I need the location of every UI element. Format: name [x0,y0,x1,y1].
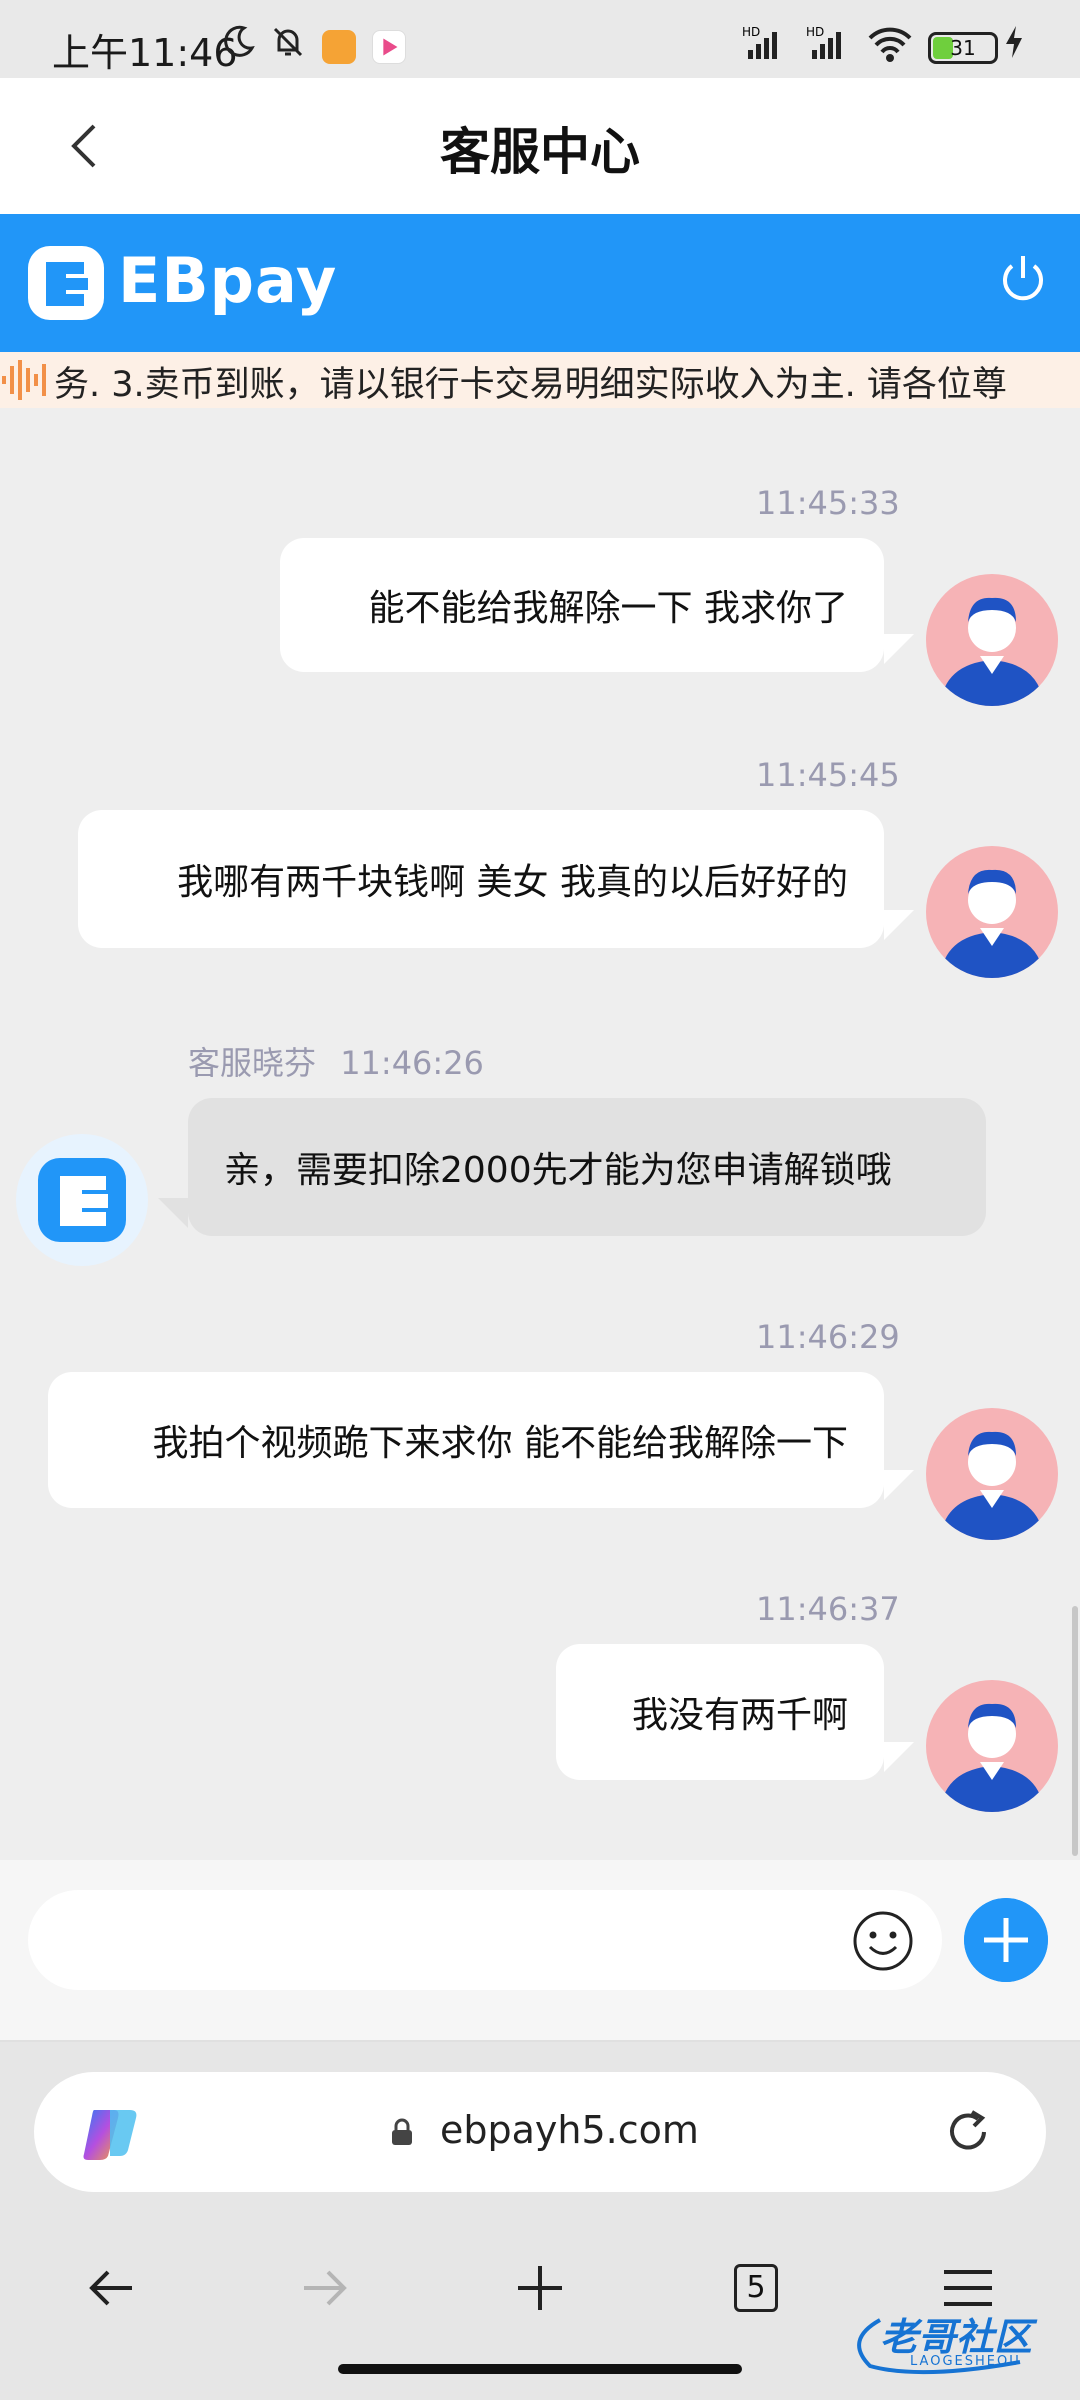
battery-level: 31 [950,36,976,60]
power-icon[interactable] [996,252,1050,306]
user-message-bubble[interactable]: 我拍个视频跪下来求你 能不能给我解除一下 [48,1372,884,1508]
svg-text:HD: HD [742,25,760,39]
svg-text:HD: HD [806,25,824,39]
cellular-signal-icon: HD HD [742,25,841,59]
moon-icon [224,25,255,57]
brand-name: EBpay [118,244,338,317]
status-time: 上午11:46 [52,31,238,75]
app-notification-icon [322,30,356,64]
lock-icon [392,2118,412,2145]
announcement-text: 务. 3.卖币到账，请以银行卡交易明细实际收入为主. 请各位尊 [54,365,1007,405]
brand-bar: EBpay [0,214,1080,352]
watermark-subtext: LAOGESHEQU [910,2354,1021,2369]
message-text: 亲，需要扣除2000先才能为您申请解锁哦 [224,1150,892,1191]
agent-name-and-time: 客服晓芬 11:46:26 [188,1038,484,1084]
message-time: 11:45:33 [756,484,900,522]
browser-forward-icon[interactable] [292,2256,356,2320]
watermark-text: 老哥社区 [880,2315,1033,2359]
user-message-bubble[interactable]: 我哪有两千块钱啊 美女 我真的以后好好的 [78,810,884,948]
charging-icon [1006,26,1022,58]
status-bar: 上午11:46 HD HD 31 [0,0,1080,78]
copilot-icon[interactable] [80,2104,142,2162]
url-text: ebpayh5.com [440,2108,699,2152]
page-title: 客服中心 [440,123,640,181]
message-text: 我拍个视频跪下来求你 能不能给我解除一下 [152,1423,848,1464]
tab-count: 5 [734,2264,778,2312]
message-text: 能不能给我解除一下 我求你了 [368,588,848,629]
message-time: 11:46:29 [756,1318,900,1356]
message-text: 我没有两千啊 [631,1695,848,1736]
address-bar[interactable]: ebpayh5.com [34,2072,1046,2192]
battery-icon: 31 [928,32,998,64]
message-composer [0,1860,1080,2042]
home-indicator[interactable] [338,2364,742,2374]
watermark: 老哥社区 LAOGESHEQU [840,2300,1070,2380]
emoji-button[interactable] [852,1910,914,1972]
bell-muted-icon [273,27,303,57]
new-tab-icon[interactable] [508,2256,572,2320]
video-app-icon [372,30,406,64]
add-attachment-button[interactable] [964,1898,1048,1982]
agent-message-bubble[interactable]: 亲，需要扣除2000先才能为您申请解锁哦 [188,1098,986,1236]
message-time: 11:45:45 [756,756,900,794]
agent-avatar[interactable] [16,1134,148,1266]
chat-messages[interactable]: 11:45:33 能不能给我解除一下 我求你了 11:45:45 我哪有两千块钱… [0,408,1080,1860]
app-header: 客服中心 [0,78,1080,214]
ebpay-agent-logo [38,1158,126,1242]
announcement-marquee: 务. 3.卖币到账，请以银行卡交易明细实际收入为主. 请各位尊 [0,352,1080,408]
user-avatar[interactable] [926,846,1058,978]
agent-name: 客服晓芬 [188,1044,317,1082]
message-input[interactable] [28,1890,942,1990]
message-text: 我哪有两千块钱啊 美女 我真的以后好好的 [177,862,848,903]
user-avatar[interactable] [926,574,1058,706]
user-message-bubble[interactable]: 能不能给我解除一下 我求你了 [280,538,884,672]
message-time: 11:46:37 [756,1590,900,1628]
chat-scrollbar[interactable] [1072,1606,1078,1856]
user-avatar[interactable] [926,1680,1058,1812]
wifi-icon [868,27,912,62]
reload-icon[interactable] [940,2104,996,2160]
browser-back-icon[interactable] [80,2256,144,2320]
user-avatar[interactable] [926,1408,1058,1540]
tabs-button[interactable]: 5 [724,2256,788,2320]
ebpay-logo [28,246,104,320]
user-message-bubble[interactable]: 我没有两千啊 [556,1644,884,1780]
message-time: 11:46:26 [340,1044,484,1082]
sound-wave-icon [2,360,46,400]
